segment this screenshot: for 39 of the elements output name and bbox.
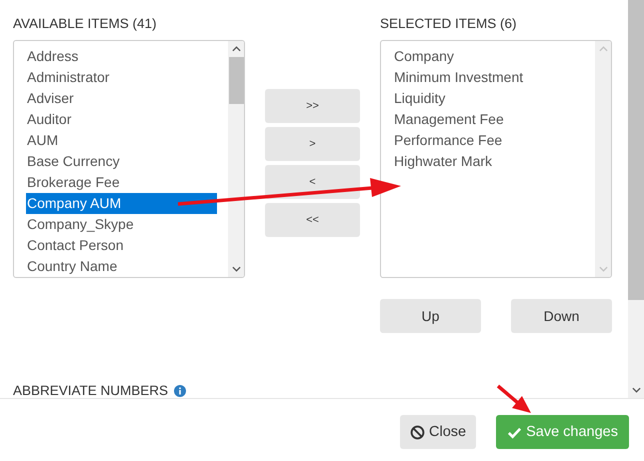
list-item[interactable]: Contact Person: [26, 235, 217, 256]
list-item[interactable]: AUM: [26, 130, 217, 151]
list-item[interactable]: Base Currency: [26, 151, 217, 172]
scrollbar[interactable]: [228, 41, 244, 277]
list-item[interactable]: Country Name: [26, 256, 217, 277]
move-button[interactable]: >>: [265, 89, 360, 123]
list-item[interactable]: Brokerage Fee: [26, 172, 217, 193]
list-item[interactable]: Address: [26, 46, 217, 67]
ban-icon: [410, 424, 426, 440]
scrollbar-thumb[interactable]: [228, 57, 244, 104]
move-button[interactable]: <: [265, 165, 360, 199]
info-icon[interactable]: [174, 384, 186, 396]
list-item[interactable]: Company AUM: [26, 193, 217, 214]
order-button[interactable]: Down: [511, 299, 612, 333]
scroll-down-icon[interactable]: [632, 387, 640, 393]
move-button[interactable]: >: [265, 127, 360, 161]
list-item[interactable]: Company_Skype: [26, 214, 217, 235]
scroll-down-icon[interactable]: [232, 266, 240, 272]
list-item[interactable]: Administrator: [26, 67, 217, 88]
list-item[interactable]: Highwater Mark: [393, 151, 584, 172]
move-button[interactable]: <<: [265, 203, 360, 237]
scrollbar-thumb[interactable]: [628, 0, 644, 300]
list-item[interactable]: Auditor: [26, 109, 217, 130]
list-title: AVAILABLE ITEMS (41): [13, 15, 158, 33]
close-button[interactable]: Close: [400, 415, 476, 449]
selected-items-list[interactable]: Company Minimum Investment Liquidity Management Fee Performance Fee Highwater Mark: [380, 40, 612, 278]
scrollbar[interactable]: [628, 0, 644, 398]
list-item[interactable]: Liquidity: [393, 88, 584, 109]
available-items-list[interactable]: Address Administrator Adviser Auditor AUM Base Currency Brokerage Fee Company AUM Company_Skype Contact Person Country Name: [13, 40, 245, 278]
scroll-up-icon[interactable]: [232, 46, 240, 52]
list-item[interactable]: Company: [393, 46, 584, 67]
annotation-arrow: [496, 384, 532, 414]
order-button[interactable]: Up: [380, 299, 481, 333]
list-item[interactable]: Minimum Investment: [393, 67, 584, 88]
list-item[interactable]: Performance Fee: [393, 130, 584, 151]
list-title: SELECTED ITEMS (6): [380, 15, 518, 33]
section-heading: ABBREVIATE NUMBERS: [13, 383, 168, 398]
list-item[interactable]: Management Fee: [393, 109, 584, 130]
list-item[interactable]: Adviser: [26, 88, 217, 109]
